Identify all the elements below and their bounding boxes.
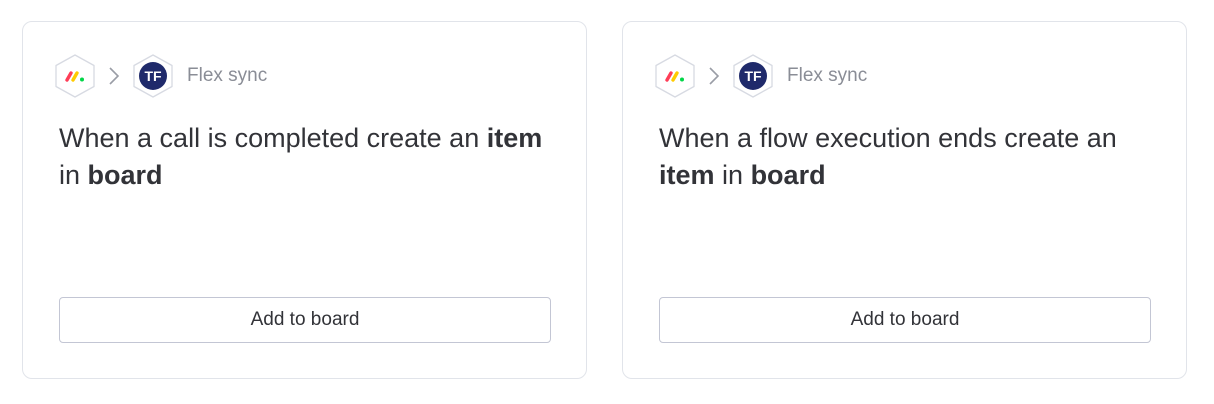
recipe-title: When a call is completed create an item …: [59, 123, 543, 190]
recipe-title: When a flow execution ends create an ite…: [659, 123, 1117, 190]
recipe-card: TF Flex sync When a flow execution ends …: [622, 21, 1187, 379]
integration-breadcrumb: TF Flex sync: [652, 53, 867, 99]
tf-badge: TF: [139, 62, 167, 90]
tf-app-icon: TF: [130, 53, 176, 99]
recipe-card: TF Flex sync When a call is completed cr…: [22, 21, 587, 379]
tf-badge: TF: [739, 62, 767, 90]
chevron-right-icon: [98, 53, 130, 99]
app-name: Flex sync: [787, 65, 868, 86]
tf-app-icon: TF: [730, 53, 776, 99]
add-to-board-button[interactable]: Add to board: [659, 297, 1151, 343]
monday-logo-icon: [652, 53, 698, 99]
app-name: Flex sync: [187, 65, 268, 86]
monday-logo-icon: [52, 53, 98, 99]
add-to-board-button[interactable]: Add to board: [59, 297, 551, 343]
chevron-right-icon: [698, 53, 730, 99]
integration-breadcrumb: TF Flex sync: [52, 53, 267, 99]
